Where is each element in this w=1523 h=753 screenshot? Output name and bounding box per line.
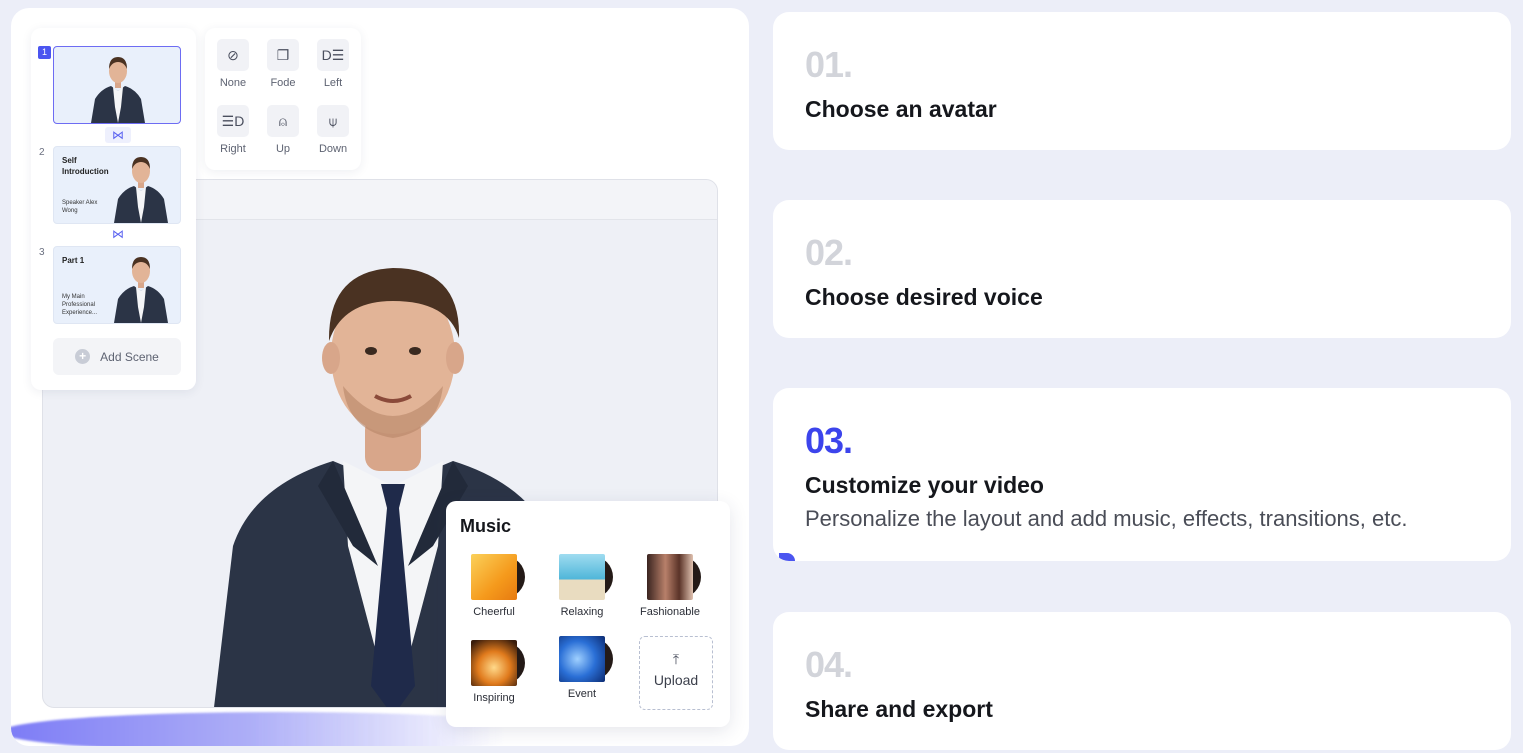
step-title: Customize your video <box>805 472 1044 498</box>
scene-number: 2 <box>39 147 45 158</box>
scene-thumbnail-1[interactable] <box>53 46 181 124</box>
music-track-relaxing[interactable]: Relaxing <box>542 554 622 618</box>
transition-down[interactable]: ⍦ Down <box>308 105 358 155</box>
fade-icon: ❐ <box>267 39 299 71</box>
transition-label: Up <box>275 143 291 155</box>
upload-music-button[interactable]: ⤒ Upload <box>639 636 713 710</box>
step-number: 03. <box>805 420 853 461</box>
transitions-panel: ⊘ None ❐ Fode D☰ Left ☰D Right ⍝ Up ⍦ Do… <box>205 28 361 170</box>
plus-icon: + <box>75 349 91 364</box>
add-scene-button[interactable]: + Add Scene <box>53 338 181 375</box>
avatar-thumbnail <box>91 57 145 123</box>
transition-right[interactable]: ☰D Right <box>208 105 258 155</box>
music-track-inspiring[interactable]: Inspiring <box>454 640 534 704</box>
scene-number: 3 <box>39 247 45 258</box>
track-label: Fashionable <box>640 606 700 618</box>
transition-left[interactable]: D☰ Left <box>308 39 358 89</box>
track-label: Inspiring <box>473 692 515 704</box>
up-icon: ⍝ <box>267 105 299 137</box>
music-track-event[interactable]: Event <box>542 636 622 700</box>
music-panel: Music Cheerful Relaxing Fashionable Insp… <box>446 501 730 727</box>
step-description: Personalize the layout and add music, ef… <box>805 506 1408 531</box>
upload-icon: ⤒ <box>672 651 680 667</box>
scene-thumbnail-2[interactable]: Self Introduction Speaker Alex Wong <box>53 146 181 224</box>
step-number: 04. <box>805 644 853 685</box>
track-label: Relaxing <box>560 606 604 618</box>
step-number: 01. <box>805 44 853 85</box>
scene-subtitle: My Main Professional Experience... <box>62 294 98 316</box>
transition-fade[interactable]: ❐ Fode <box>258 39 308 89</box>
transition-none[interactable]: ⊘ None <box>208 39 258 89</box>
transition-icon[interactable]: ⋈ <box>105 127 131 143</box>
scenes-panel: 1 ⋈ 2 Self Introduction Speaker Alex Won… <box>31 28 196 390</box>
add-scene-label: Add Scene <box>100 349 159 364</box>
step-card-4[interactable]: 04. Share and export <box>773 612 1511 750</box>
progress-indicator <box>779 553 795 561</box>
step-card-2[interactable]: 02. Choose desired voice <box>773 200 1511 338</box>
music-track-fashionable[interactable]: Fashionable <box>630 554 710 618</box>
scene-thumbnail-3[interactable]: Part 1 My Main Professional Experience..… <box>53 246 181 324</box>
step-number: 02. <box>805 232 853 273</box>
album-cover <box>471 640 525 686</box>
left-icon: D☰ <box>317 39 349 71</box>
music-title: Music <box>460 516 512 536</box>
album-cover <box>559 636 613 682</box>
album-cover <box>559 554 613 600</box>
right-icon: ☰D <box>217 105 249 137</box>
track-label: Event <box>567 688 597 700</box>
step-card-1[interactable]: 01. Choose an avatar <box>773 12 1511 150</box>
transition-icon[interactable]: ⋈ <box>105 226 131 242</box>
avatar-thumbnail <box>114 157 168 223</box>
transition-label: Left <box>323 77 343 89</box>
none-icon: ⊘ <box>217 39 249 71</box>
transition-label: Down <box>318 143 348 155</box>
step-title: Choose an avatar <box>805 96 997 122</box>
step-title: Share and export <box>805 696 993 722</box>
album-cover <box>647 554 701 600</box>
track-label: Cheerful <box>473 606 515 618</box>
album-cover <box>471 554 525 600</box>
transition-label: Fode <box>270 77 296 89</box>
transition-label: Right <box>220 143 246 155</box>
step-title: Choose desired voice <box>805 284 1043 310</box>
scene-number: 1 <box>38 46 51 59</box>
music-track-cheerful[interactable]: Cheerful <box>454 554 534 618</box>
down-icon: ⍦ <box>317 105 349 137</box>
transition-up[interactable]: ⍝ Up <box>258 105 308 155</box>
step-card-3-active[interactable]: 03. Customize your video Personalize the… <box>773 388 1511 561</box>
avatar-thumbnail <box>114 257 168 323</box>
transition-label: None <box>219 77 247 89</box>
editor-preview-card: 1 ⋈ 2 Self Introduction Speaker Alex Won… <box>11 8 749 746</box>
scene-subtitle: Speaker Alex Wong <box>62 200 98 214</box>
upload-label: Upload <box>653 672 699 688</box>
